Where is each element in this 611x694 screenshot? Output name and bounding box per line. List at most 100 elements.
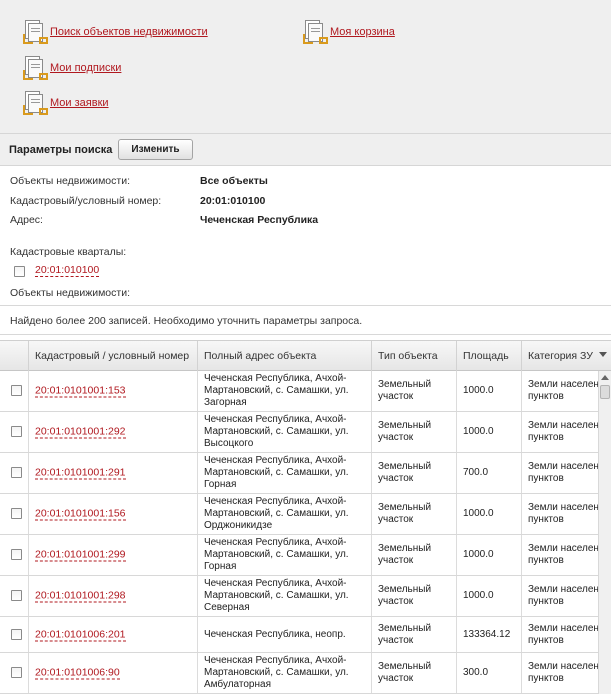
row-checkbox-cell (0, 412, 28, 452)
row-checkbox-cell (0, 617, 28, 652)
row-area-cell: 1000.0 (456, 535, 521, 575)
row-area-cell: 1000.0 (456, 371, 521, 411)
row-category-cell: Земли населенных пунктов (521, 576, 598, 616)
cadastral-number-link[interactable]: 20:01:0101006:90 (35, 666, 120, 680)
row-category: Земли населенных пунктов (528, 502, 598, 525)
nav-search-objects[interactable]: Поиск объектов недвижимости (22, 18, 208, 46)
row-address: Чеченская Республика, Ачхой-Мартановский… (204, 655, 349, 690)
divider (0, 305, 611, 306)
row-number-wrap: 20:01:0101001:299 (35, 548, 195, 562)
row-checkbox[interactable] (11, 467, 22, 478)
header-address[interactable]: Полный адрес объекта (197, 341, 371, 371)
nav-cart[interactable]: Моя корзина (302, 18, 395, 46)
row-checkbox[interactable] (11, 628, 22, 640)
scroll-up-icon[interactable] (601, 375, 609, 380)
table-row[interactable]: 20:01:0101001:153 Чеченская Республика, А… (0, 371, 598, 412)
table-row[interactable]: 20:01:0101001:298 Чеченская Республика, А… (0, 576, 598, 617)
table-row[interactable]: 20:01:0101006:201 Чеченская Республика, н… (0, 617, 598, 653)
param-address-value: Чеченская Республика (200, 214, 319, 226)
cadastral-number-link[interactable]: 20:01:0101001:291 (35, 466, 126, 480)
nav-search-objects-link[interactable]: Поиск объектов недвижимости (50, 26, 208, 38)
row-checkbox-cell (0, 576, 28, 616)
change-button[interactable]: Изменить (118, 139, 193, 160)
scroll-thumb[interactable] (600, 385, 610, 399)
row-area-cell: 1000.0 (456, 494, 521, 534)
cadastral-number-link[interactable]: 20:01:0101001:298 (35, 589, 126, 603)
row-address-cell: Чеченская Республика, Ачхой-Мартановский… (197, 494, 371, 534)
row-number-cell: 20:01:0101006:201 (28, 617, 197, 652)
row-address-cell: Чеченская Республика, Ачхой-Мартановский… (197, 412, 371, 452)
cadastral-number-link[interactable]: 20:01:0101001:156 (35, 507, 126, 521)
row-number-wrap: 20:01:0101001:153 (35, 384, 195, 398)
document-transfer-icon (22, 90, 48, 116)
header-category[interactable]: Категория ЗУ (521, 341, 598, 371)
row-checkbox[interactable] (11, 590, 22, 601)
objects-label-2: Объекты недвижимости: (10, 287, 130, 299)
row-category: Земли населенных пунктов (528, 379, 598, 402)
row-number-wrap: 20:01:0101001:156 (35, 507, 195, 521)
row-area: 1000.0 (463, 508, 494, 519)
cadastral-number-link[interactable]: 20:01:0101006:201 (35, 628, 126, 641)
table-row[interactable]: 20:01:0101006:90 Чеченская Республика, Ач… (0, 653, 598, 694)
header-number[interactable]: Кадастровый / условный номер (28, 341, 197, 371)
nav-requests[interactable]: Мои заявки (22, 89, 109, 117)
nav-subscriptions-link[interactable]: Мои подписки (50, 62, 121, 74)
row-checkbox[interactable] (11, 549, 22, 560)
cadastral-number-link[interactable]: 20:01:0101001:299 (35, 548, 126, 562)
param-objects-value: Все объекты (200, 175, 268, 187)
row-checkbox[interactable] (11, 385, 22, 396)
cadastral-number-link[interactable]: 20:01:0101001:153 (35, 384, 126, 398)
row-number-cell: 20:01:0101001:291 (28, 453, 197, 493)
row-type: Земельный участок (378, 420, 432, 443)
row-area: 700.0 (463, 467, 489, 478)
search-params-header: Параметры поиска Изменить (0, 134, 611, 166)
row-area: 133364.12 (463, 628, 511, 640)
cadastral-number-link[interactable]: 20:01:0101001:292 (35, 425, 126, 439)
table-row[interactable]: 20:01:0101001:156 Чеченская Республика, А… (0, 494, 598, 535)
nav-subscriptions[interactable]: Мои подписки (22, 54, 121, 82)
row-address: Чеченская Республика, Ачхой-Мартановский… (204, 578, 349, 613)
divider (0, 334, 611, 335)
row-address-cell: Чеченская Республика, неопр. (197, 617, 371, 652)
nav-requests-link[interactable]: Мои заявки (50, 97, 109, 109)
row-address: Чеченская Республика, Ачхой-Мартановский… (204, 537, 349, 572)
vertical-scrollbar[interactable] (598, 371, 611, 694)
row-category: Земли населенных пунктов (528, 461, 598, 484)
row-number-cell: 20:01:0101001:298 (28, 576, 197, 616)
quarter-link[interactable]: 20:01:010100 (35, 264, 100, 277)
row-type: Земельный участок (378, 622, 432, 646)
row-address-cell: Чеченская Республика, Ачхой-Мартановский… (197, 371, 371, 411)
row-address: Чеченская Республика, Ачхой-Мартановский… (204, 414, 349, 449)
row-number-cell: 20:01:0101001:292 (28, 412, 197, 452)
search-params-title: Параметры поиска (9, 143, 113, 156)
table-row[interactable]: 20:01:0101001:291 Чеченская Республика, А… (0, 453, 598, 494)
nav-cart-link[interactable]: Моя корзина (330, 26, 395, 38)
row-checkbox[interactable] (11, 667, 22, 678)
param-address-label: Адрес: (10, 214, 43, 226)
header-type[interactable]: Тип объекта (371, 341, 456, 371)
row-area: 300.0 (463, 667, 489, 678)
table-row[interactable]: 20:01:0101001:292 Чеченская Республика, А… (0, 412, 598, 453)
row-number-cell: 20:01:0101001:156 (28, 494, 197, 534)
param-cadastral-value: 20:01:010100 (200, 195, 266, 207)
row-type-cell: Земельный участок (371, 453, 456, 493)
chevron-down-icon[interactable] (599, 352, 607, 357)
row-area-cell: 133364.12 (456, 617, 521, 652)
row-type: Земельный участок (378, 379, 432, 402)
header-area[interactable]: Площадь (456, 341, 521, 371)
row-category-cell: Земли населенных пунктов (521, 453, 598, 493)
row-checkbox[interactable] (11, 508, 22, 519)
row-area: 1000.0 (463, 426, 494, 437)
row-category-cell: Земли населенных пунктов (521, 412, 598, 452)
row-type: Земельный участок (378, 584, 432, 607)
row-checkbox[interactable] (11, 426, 22, 437)
row-category: Земли населенных пунктов (528, 420, 598, 443)
row-address-cell: Чеченская Республика, Ачхой-Мартановский… (197, 576, 371, 616)
row-number-cell: 20:01:0101001:153 (28, 371, 197, 411)
row-area: 1000.0 (463, 590, 494, 601)
row-type-cell: Земельный участок (371, 371, 456, 411)
table-row[interactable]: 20:01:0101001:299 Чеченская Республика, А… (0, 535, 598, 576)
quarter-checkbox[interactable] (14, 266, 25, 277)
row-category: Земли населенных пунктов (528, 622, 598, 646)
row-number-cell: 20:01:0101006:90 (28, 653, 197, 693)
